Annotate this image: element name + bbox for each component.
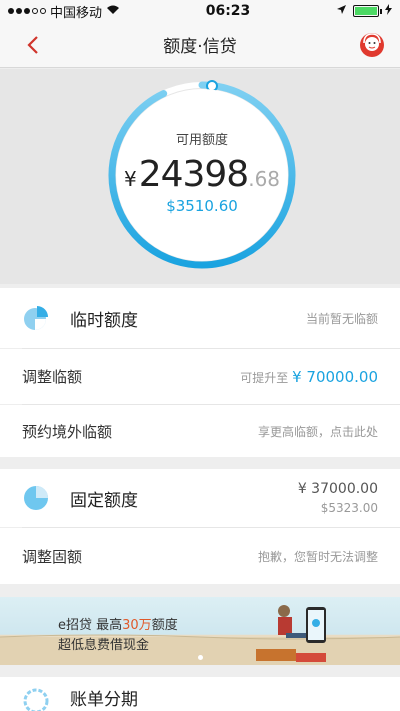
- raise-to-prefix: 可提升至: [240, 370, 289, 385]
- installment-title: 账单分期: [70, 689, 138, 710]
- status-bar: 中国移动 06:23: [0, 0, 400, 22]
- page-title: 额度·信贷: [163, 37, 237, 57]
- banner-line-1-b: 额度: [151, 618, 178, 633]
- temp-limit-header: 临时额度 当前暂无临额: [0, 288, 400, 348]
- adjust-fixed-limit-label: 调整固额: [22, 547, 83, 566]
- fixed-limit-amounts: ¥ 37000.00 $5323.00: [298, 481, 378, 515]
- reserve-overseas-label: 预约境外临额: [22, 422, 113, 441]
- temp-limit-status: 当前暂无临额: [305, 311, 378, 326]
- location-icon: [336, 4, 347, 19]
- reserve-overseas-hint: 享更高临额，点击此处: [257, 424, 378, 439]
- battery-icon: [353, 5, 382, 17]
- adjust-temp-limit-value: 可提升至 ¥ 70000.00: [240, 368, 378, 386]
- adjust-temp-limit-row[interactable]: 调整临额 可提升至 ¥ 70000.00: [0, 349, 400, 404]
- charging-icon: [385, 3, 392, 19]
- fixed-limit-cny: ¥ 37000.00: [297, 481, 378, 497]
- credit-ring: 可用额度 ¥ 24398 .68 $3510.60: [104, 77, 300, 273]
- currency-symbol: ¥: [123, 167, 137, 191]
- credit-summary: 可用额度 ¥ 24398 .68 $3510.60: [0, 69, 400, 284]
- status-left: 中国移动: [8, 2, 120, 21]
- fixed-limit-title: 固定额度: [70, 490, 138, 511]
- banner-line-1-a: e招贷 最高: [58, 618, 123, 633]
- credit-center: 可用额度 ¥ 24398 .68 $3510.60: [116, 89, 288, 261]
- reserve-overseas-row[interactable]: 预约境外临额 享更高临额，点击此处: [0, 405, 400, 457]
- wifi-icon: [106, 4, 120, 19]
- adjust-fixed-limit-row[interactable]: 调整固额 抱歉，您暂时无法调整: [0, 528, 400, 584]
- temp-limit-title: 临时额度: [70, 310, 138, 331]
- status-time: 06:23: [205, 3, 251, 19]
- usd-credit-amount: $3510.60: [166, 197, 238, 215]
- carousel-indicator[interactable]: [198, 655, 203, 660]
- available-credit-amount: ¥ 24398 .68: [124, 154, 280, 195]
- promo-banner[interactable]: e招贷 最高30万额度 超低息费借现金: [0, 597, 400, 665]
- banner-line-2: 超低息费借现金: [58, 638, 150, 653]
- banner-highlight: 30万: [122, 618, 152, 633]
- nav-bar: 额度·信贷: [0, 22, 400, 68]
- adjust-fixed-limit-hint: 抱歉，您暂时无法调整: [257, 549, 378, 564]
- customer-service-icon: [360, 33, 384, 57]
- installment-icon: [23, 688, 49, 711]
- carrier-name: 中国移动: [50, 5, 103, 21]
- adjust-temp-limit-label: 调整临额: [22, 368, 83, 386]
- fixed-limit-header: 固定额度 ¥ 37000.00 $5323.00: [0, 469, 400, 527]
- banner-line-1: e招贷 最高30万额度: [58, 614, 178, 633]
- fixed-limit-icon: [24, 486, 48, 510]
- amount-integer: 24398: [138, 154, 250, 195]
- fixed-limit-usd: $5323.00: [320, 501, 378, 515]
- raise-to-amount: ¥ 70000.00: [292, 367, 378, 386]
- back-button[interactable]: [20, 32, 46, 58]
- signal-icon: [8, 8, 46, 14]
- available-credit-label: 可用额度: [175, 133, 228, 148]
- pie-chart-icon: [24, 306, 48, 330]
- installment-header[interactable]: 账单分期: [0, 677, 400, 711]
- status-right: [336, 3, 392, 19]
- customer-service-button[interactable]: [358, 31, 386, 59]
- chevron-left-icon: [27, 36, 38, 54]
- amount-decimal: .68: [248, 167, 281, 191]
